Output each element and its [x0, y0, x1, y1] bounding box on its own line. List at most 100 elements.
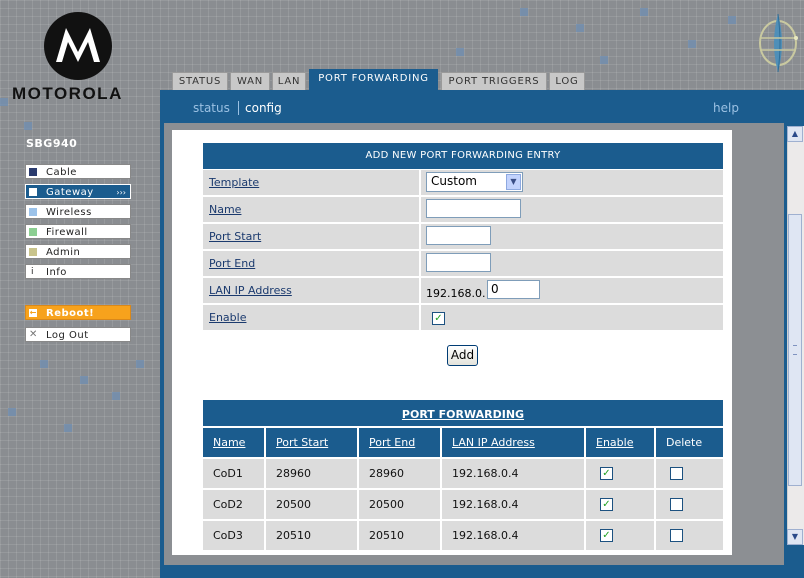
column-header-name[interactable]: Name — [203, 428, 264, 457]
lan-ip-input[interactable]: 0 — [487, 280, 540, 299]
table-cell-delete — [656, 459, 723, 488]
table-cell-name: CoD2 — [203, 490, 264, 519]
column-header-port-end[interactable]: Port End — [359, 428, 440, 457]
decor-square — [112, 392, 120, 400]
table-cell-port-end: 28960 — [359, 459, 440, 488]
decor-square — [0, 98, 8, 106]
admin-swatch-icon — [29, 248, 37, 256]
column-header-port-start[interactable]: Port Start — [266, 428, 357, 457]
globe-icon — [759, 13, 798, 73]
form-row-template: Template Custom ▼ — [203, 170, 723, 195]
port-start-input[interactable] — [426, 226, 491, 245]
cable-swatch-icon — [29, 168, 37, 176]
lan-ip-label[interactable]: LAN IP Address — [209, 284, 292, 297]
decor-square — [688, 40, 696, 48]
logout-button[interactable]: ✕ Log Out — [25, 327, 131, 342]
enable-label[interactable]: Enable — [209, 311, 246, 324]
sidebar-item-label: Wireless — [46, 207, 92, 218]
decor-square — [600, 56, 608, 64]
form-row-enable: Enable ✓ — [203, 305, 723, 330]
info-icon: i — [31, 267, 34, 277]
decor-square — [640, 8, 648, 16]
table-cell-delete — [656, 521, 723, 550]
firewall-swatch-icon — [29, 228, 37, 236]
table-cell-name: CoD3 — [203, 521, 264, 550]
row-enable-checkbox[interactable]: ✓ — [600, 529, 613, 542]
sidebar-item-label: Cable — [46, 167, 77, 178]
template-select-value: Custom — [431, 174, 477, 188]
row-delete-checkbox[interactable] — [670, 467, 683, 480]
row-delete-checkbox[interactable] — [670, 498, 683, 511]
tab-log[interactable]: LOG — [549, 72, 585, 90]
table-cell-port-start: 28960 — [266, 459, 357, 488]
subnav-status-link[interactable]: status — [193, 101, 230, 115]
scroll-down-button[interactable]: ▼ — [787, 529, 803, 545]
table-cell-enable: ✓ — [586, 490, 654, 519]
row-enable-checkbox[interactable]: ✓ — [600, 498, 613, 511]
row-delete-checkbox[interactable] — [670, 529, 683, 542]
table-cell-ip: 192.168.0.4 — [442, 521, 584, 550]
motorola-m-icon — [56, 28, 100, 62]
enable-checkbox[interactable]: ✓ — [432, 312, 445, 325]
sidebar-item-firewall[interactable]: Firewall — [25, 224, 131, 239]
sidebar-item-label: Gateway — [46, 187, 94, 198]
wireless-swatch-icon — [29, 208, 37, 216]
brand-name: MOTOROLA — [12, 84, 123, 103]
port-start-label[interactable]: Port Start — [209, 230, 261, 243]
tab-port-triggers[interactable]: PORT TRIGGERS — [441, 72, 547, 90]
reboot-button[interactable]: ← Reboot! — [25, 305, 131, 320]
sidebar-item-cable[interactable]: Cable — [25, 164, 131, 179]
decor-square — [40, 360, 48, 368]
add-button[interactable]: Add — [447, 345, 478, 366]
sidebar-item-info[interactable]: i Info — [25, 264, 131, 279]
port-forwarding-link[interactable]: PORT FORWARDING — [402, 408, 524, 421]
table-cell-port-end: 20510 — [359, 521, 440, 550]
column-header-enable[interactable]: Enable — [586, 428, 654, 457]
decor-square — [64, 424, 72, 432]
arrow-left-icon: ← — [29, 308, 37, 317]
decor-square — [728, 16, 736, 24]
table-cell-name: CoD1 — [203, 459, 264, 488]
form-row-lan-ip: LAN IP Address 192.168.0. 0 — [203, 278, 723, 303]
name-label[interactable]: Name — [209, 203, 241, 216]
tab-port-forwarding[interactable]: PORT FORWARDING — [309, 69, 438, 90]
sidebar-item-label: Admin — [46, 247, 81, 258]
port-forwarding-list-title: PORT FORWARDING — [203, 400, 723, 426]
tab-wan[interactable]: WAN — [230, 72, 270, 90]
chevron-down-icon[interactable]: ▼ — [506, 174, 521, 190]
subnav-config-link[interactable]: config — [245, 101, 282, 115]
decor-square — [8, 408, 16, 416]
name-input[interactable] — [426, 199, 521, 218]
port-end-label[interactable]: Port End — [209, 257, 255, 270]
sidebar-item-label: Firewall — [46, 227, 88, 238]
template-select[interactable]: Custom ▼ — [426, 172, 523, 192]
table-cell-enable: ✓ — [586, 521, 654, 550]
logout-label: Log Out — [46, 330, 89, 341]
tab-lan[interactable]: LAN — [272, 72, 306, 90]
scrollbar-grip-icon — [793, 345, 797, 355]
tab-status[interactable]: STATUS — [172, 72, 228, 90]
table-cell-ip: 192.168.0.4 — [442, 459, 584, 488]
sidebar-item-wireless[interactable]: Wireless — [25, 204, 131, 219]
table-cell-port-end: 20500 — [359, 490, 440, 519]
x-icon: ✕ — [29, 329, 38, 340]
template-label[interactable]: Template — [209, 176, 259, 189]
chevron-right-icon: ››› — [116, 188, 126, 197]
decor-square — [24, 122, 32, 130]
sidebar-item-label: Info — [46, 267, 67, 278]
decor-square — [136, 360, 144, 368]
table-cell-delete — [656, 490, 723, 519]
lan-ip-prefix: 192.168.0. — [426, 287, 486, 300]
column-header-lan-ip[interactable]: LAN IP Address — [442, 428, 584, 457]
decor-square — [80, 376, 88, 384]
decor-square — [576, 24, 584, 32]
sidebar-item-gateway[interactable]: Gateway ››› — [25, 184, 131, 199]
form-row-name: Name — [203, 197, 723, 222]
subnav-help-link[interactable]: help — [713, 101, 739, 115]
row-enable-checkbox[interactable]: ✓ — [600, 467, 613, 480]
port-end-input[interactable] — [426, 253, 491, 272]
reboot-label: Reboot! — [46, 308, 95, 319]
subnav-separator — [238, 101, 239, 115]
scroll-up-button[interactable]: ▲ — [787, 126, 803, 142]
sidebar-item-admin[interactable]: Admin — [25, 244, 131, 259]
